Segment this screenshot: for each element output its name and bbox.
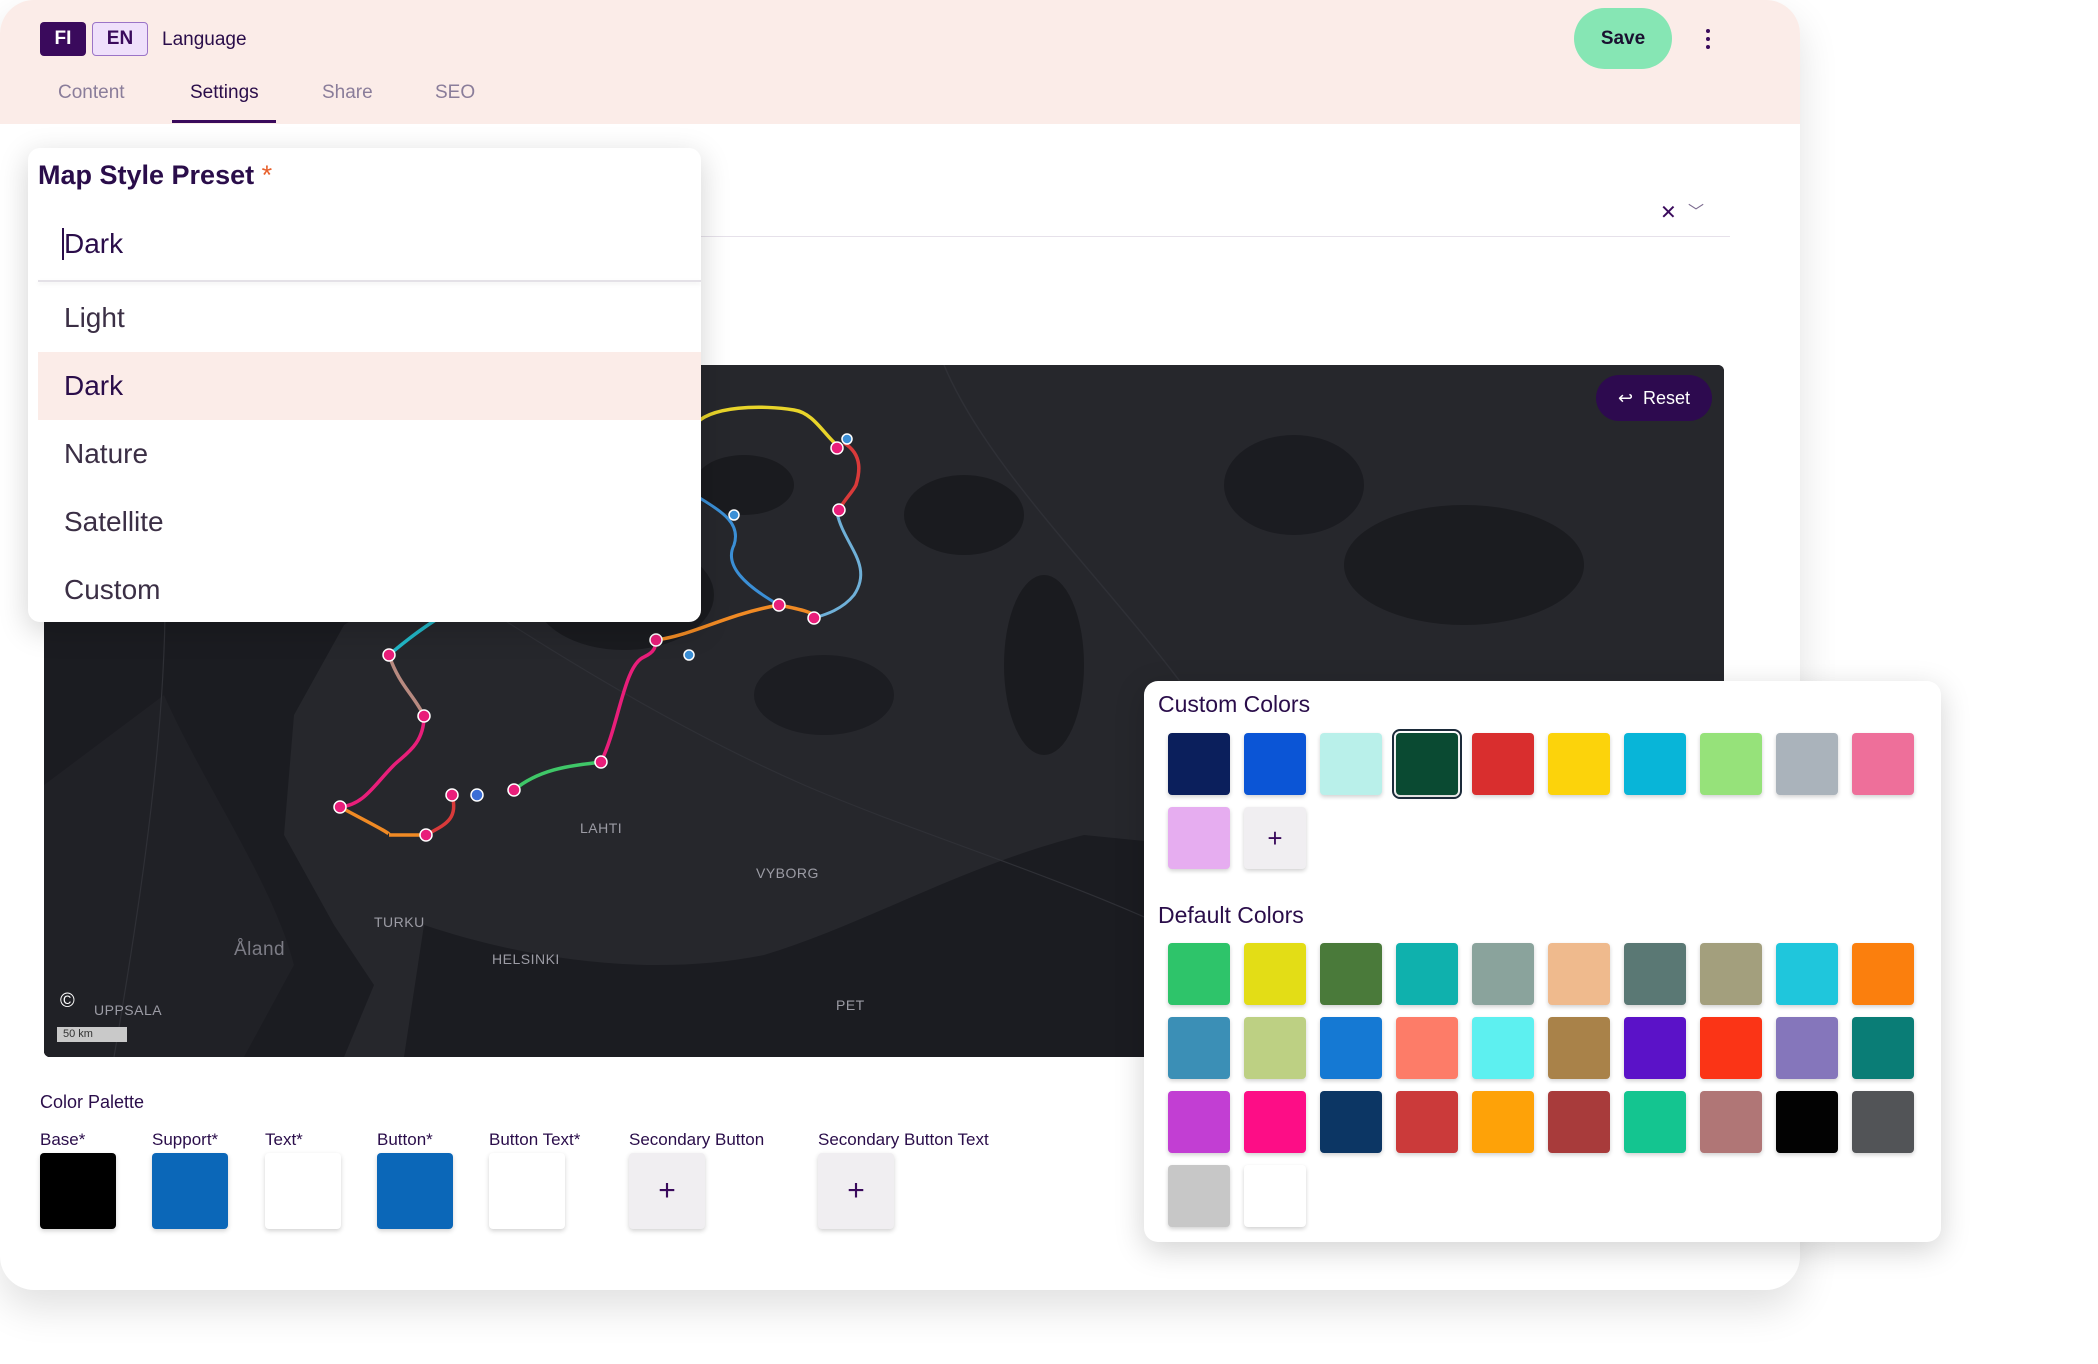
custom-color-swatch[interactable] <box>1320 733 1382 795</box>
add-secondary-button-color[interactable]: + <box>629 1153 705 1229</box>
default-color-swatch[interactable] <box>1852 1091 1914 1153</box>
custom-color-swatch[interactable] <box>1548 733 1610 795</box>
palette-label-support: Support* <box>152 1130 219 1149</box>
tab-settings[interactable]: Settings <box>190 82 259 104</box>
palette-swatch-button[interactable] <box>377 1153 453 1229</box>
default-color-swatch[interactable] <box>1624 943 1686 1005</box>
option-light[interactable]: Light <box>38 284 701 352</box>
default-color-swatch[interactable] <box>1168 1165 1230 1227</box>
palette-swatch-text[interactable] <box>265 1153 341 1229</box>
required-mark: * <box>261 160 273 190</box>
map-label-turku: TURKU <box>374 914 425 930</box>
custom-colors-title: Custom Colors <box>1158 691 1311 717</box>
language-en-button[interactable]: EN <box>92 22 148 56</box>
default-color-swatch[interactable] <box>1548 1017 1610 1079</box>
palette-label-secondary-button-text: Secondary Button Text <box>818 1130 989 1149</box>
default-color-swatch[interactable] <box>1244 1017 1306 1079</box>
default-color-swatch[interactable] <box>1320 1091 1382 1153</box>
undo-icon: ↩ <box>1617 387 1634 408</box>
default-color-swatch[interactable] <box>1320 943 1382 1005</box>
map-label-lahti: LAHTI <box>580 820 623 836</box>
color-palette-title: Color Palette <box>40 1092 145 1112</box>
custom-color-swatch[interactable] <box>1168 807 1230 869</box>
default-color-swatch[interactable] <box>1244 1165 1306 1227</box>
option-custom[interactable]: Custom <box>38 556 701 622</box>
dropdown-divider <box>38 280 701 282</box>
custom-color-swatch[interactable] <box>1244 733 1306 795</box>
map-label-uppsala: UPPSALA <box>94 1002 163 1018</box>
default-color-swatch[interactable] <box>1396 943 1458 1005</box>
default-color-swatch[interactable] <box>1776 1017 1838 1079</box>
option-nature[interactable]: Nature <box>38 420 701 488</box>
palette-label-button-text: Button Text* <box>489 1130 581 1149</box>
tab-seo[interactable]: SEO <box>435 82 475 104</box>
default-color-swatch[interactable] <box>1624 1017 1686 1079</box>
add-secondary-button-text-color[interactable]: + <box>818 1153 894 1229</box>
map-style-field-underline <box>700 236 1730 237</box>
custom-color-swatch[interactable] <box>1392 729 1462 799</box>
map-style-title-text: Map Style Preset <box>38 160 255 190</box>
language-label: Language <box>162 29 247 50</box>
default-color-swatch[interactable] <box>1396 1017 1458 1079</box>
active-tab-indicator <box>172 120 276 123</box>
default-color-swatch[interactable] <box>1700 1091 1762 1153</box>
default-color-swatch[interactable] <box>1168 1091 1230 1153</box>
default-color-swatch[interactable] <box>1700 943 1762 1005</box>
reset-label: Reset <box>1643 387 1691 408</box>
custom-color-swatch[interactable] <box>1852 733 1914 795</box>
default-color-swatch[interactable] <box>1624 1091 1686 1153</box>
default-color-swatch[interactable] <box>1852 943 1914 1005</box>
default-colors-title: Default Colors <box>1158 902 1304 928</box>
tab-content[interactable]: Content <box>58 82 125 104</box>
option-satellite[interactable]: Satellite <box>38 488 701 556</box>
palette-label-secondary-button: Secondary Button <box>629 1130 765 1149</box>
map-style-input[interactable]: Dark <box>62 228 123 260</box>
option-dark[interactable]: Dark <box>38 352 701 420</box>
default-color-swatch[interactable] <box>1776 1091 1838 1153</box>
map-style-dropdown: Map Style Preset * Dark Light Dark Natur… <box>28 148 701 622</box>
default-color-swatch[interactable] <box>1320 1017 1382 1079</box>
custom-color-swatch[interactable] <box>1776 733 1838 795</box>
reset-map-button[interactable]: ↩ Reset <box>1596 375 1712 421</box>
header-bar: FI EN Language Save Content Settings Sha… <box>0 0 1800 124</box>
language-fi-button[interactable]: FI <box>40 22 86 56</box>
default-color-swatch[interactable] <box>1168 1017 1230 1079</box>
map-label-aland: Åland <box>234 939 286 960</box>
default-color-swatch[interactable] <box>1168 943 1230 1005</box>
chevron-down-icon[interactable]: ﹀ <box>1688 198 1704 222</box>
default-color-swatch[interactable] <box>1472 1091 1534 1153</box>
default-color-swatch[interactable] <box>1244 1091 1306 1153</box>
add-custom-color-button[interactable]: + <box>1244 807 1306 869</box>
more-options-icon[interactable] <box>1698 22 1718 56</box>
map-label-vyborg: VYBORG <box>756 865 819 881</box>
map-label-pet: PET <box>836 997 865 1013</box>
custom-color-swatch[interactable] <box>1472 733 1534 795</box>
palette-swatch-base[interactable] <box>40 1153 116 1229</box>
palette-label-text: Text* <box>265 1130 303 1149</box>
default-color-swatch[interactable] <box>1472 1017 1534 1079</box>
default-color-swatch[interactable] <box>1396 1091 1458 1153</box>
palette-label-button: Button* <box>377 1130 433 1149</box>
custom-color-swatch[interactable] <box>1700 733 1762 795</box>
tab-share[interactable]: Share <box>322 82 373 104</box>
default-color-swatch[interactable] <box>1548 943 1610 1005</box>
default-color-swatch[interactable] <box>1472 943 1534 1005</box>
default-color-swatch[interactable] <box>1244 943 1306 1005</box>
color-picker-popover: Custom Colors Default Colors + <box>1144 681 1941 1242</box>
palette-swatch-support[interactable] <box>152 1153 228 1229</box>
default-color-swatch[interactable] <box>1852 1017 1914 1079</box>
map-style-title: Map Style Preset * <box>38 160 272 191</box>
default-color-swatch[interactable] <box>1700 1017 1762 1079</box>
save-button[interactable]: Save <box>1574 8 1672 69</box>
custom-color-swatch[interactable] <box>1168 733 1230 795</box>
map-label-helsinki: HELSINKI <box>492 951 560 967</box>
palette-label-base: Base* <box>40 1130 86 1149</box>
clear-icon[interactable]: ✕ <box>1660 200 1677 225</box>
map-copyright-icon[interactable]: © <box>60 990 75 1013</box>
map-scale-bar: 50 km <box>57 1027 127 1042</box>
default-color-swatch[interactable] <box>1776 943 1838 1005</box>
default-color-swatch[interactable] <box>1548 1091 1610 1153</box>
palette-swatch-button-text[interactable] <box>489 1153 565 1229</box>
custom-color-swatch[interactable] <box>1624 733 1686 795</box>
